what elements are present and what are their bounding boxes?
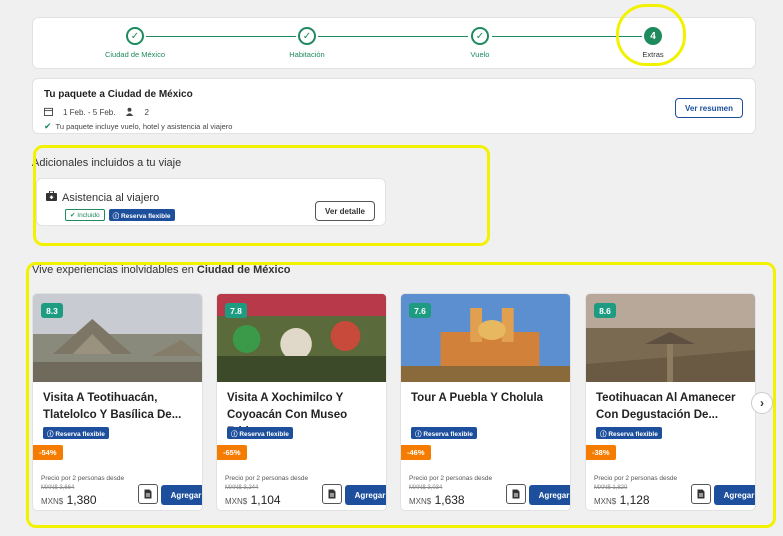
discount-badge: -38% <box>586 445 616 460</box>
step-extras: 4 Extras <box>593 27 713 59</box>
suitcase-icon <box>46 190 57 204</box>
price: MXN$ 1,128 <box>594 493 650 507</box>
assistance-name: Asistencia al viajero <box>62 191 160 204</box>
package-summary: Tu paquete a Ciudad de México 1 Feb. - 5… <box>32 78 756 134</box>
price-from-label: Precio por 2 personas desde <box>594 475 678 482</box>
add-button[interactable]: Agregar <box>529 485 570 505</box>
flexible-badge-label: Reserva flexible <box>423 431 473 438</box>
experience-title[interactable]: Tour A Puebla Y Cholula <box>411 390 563 407</box>
experience-title[interactable]: Visita A Teotihuacán, Tlatelolco Y Basíl… <box>43 390 195 424</box>
summary-dates: 1 Feb. - 5 Feb. <box>63 108 116 117</box>
summary-note: ✔ Tu paquete incluye vuelo, hotel y asis… <box>44 121 232 132</box>
add-button[interactable]: Agregar <box>345 485 386 505</box>
add-button[interactable]: Agregar <box>161 485 202 505</box>
currency: MXN$ <box>594 497 617 506</box>
document-icon[interactable] <box>506 484 526 504</box>
info-icon: ⓘ <box>112 213 121 220</box>
flexible-badge-label: Reserva flexible <box>55 431 105 438</box>
currency: MXN$ <box>409 497 432 506</box>
step-city[interactable]: ✓ Ciudad de México <box>75 27 195 59</box>
travel-assistance-card: Asistencia al viajero ✔ Incluido ⓘ Reser… <box>36 178 386 226</box>
step-flight[interactable]: ✓ Vuelo <box>420 27 540 59</box>
rating-badge: 7.6 <box>409 303 431 318</box>
included-section-title: Adicionales incluidos a tu viaje <box>32 157 182 169</box>
summary-note-text: Tu paquete incluye vuelo, hotel y asiste… <box>55 122 233 131</box>
price-value: 1,380 <box>66 493 97 507</box>
old-price: MXN$ 3,664 <box>41 485 75 491</box>
add-button[interactable]: Agregar <box>714 485 755 505</box>
price-from-label: Precio por 2 personas desde <box>409 475 493 482</box>
document-icon[interactable] <box>322 484 342 504</box>
rating-badge: 8.3 <box>41 303 63 318</box>
included-badge-label: Incluido <box>77 212 100 219</box>
progress-stepper: ✓ Ciudad de México ✓ Habitación ✓ Vuelo … <box>32 17 756 69</box>
included-badge: ✔ Incluido <box>65 209 105 221</box>
check-icon: ✔ <box>44 121 52 131</box>
discount-badge: -65% <box>217 445 247 460</box>
step-label: Habitación <box>289 50 325 59</box>
experiences-title-prefix: Vive experiencias inolvidables en <box>32 264 197 276</box>
discount-badge: -46% <box>401 445 431 460</box>
assistance-badges: ✔ Incluido ⓘ Reserva flexible <box>65 209 175 221</box>
flexible-badge: ⓘ Reserva flexible <box>227 427 293 439</box>
price: MXN$ 1,638 <box>409 493 465 507</box>
summary-title: Tu paquete a Ciudad de México <box>44 89 193 100</box>
step-check-icon: ✓ <box>126 27 144 45</box>
currency: MXN$ <box>41 497 64 506</box>
flexible-badge-label: Reserva flexible <box>239 431 289 438</box>
step-number: 4 <box>644 27 662 45</box>
flexible-badge: ⓘ Reserva flexible <box>411 427 477 439</box>
calendar-icon <box>44 107 53 118</box>
flexible-badge-label: Reserva flexible <box>608 431 658 438</box>
rating-badge: 8.6 <box>594 303 616 318</box>
old-price: MXN$ 1,820 <box>594 485 628 491</box>
view-summary-button[interactable]: Ver resumen <box>675 98 743 118</box>
step-check-icon: ✓ <box>298 27 316 45</box>
experience-card[interactable]: 8.6 Teotihuacan Al Amanecer Con Degustac… <box>585 293 756 511</box>
price: MXN$ 1,104 <box>225 493 281 507</box>
price-value: 1,638 <box>434 493 465 507</box>
price-value: 1,104 <box>250 493 281 507</box>
assistance-name-row: Asistencia al viajero <box>46 190 160 204</box>
summary-meta: 1 Feb. - 5 Feb. 2 <box>44 107 149 118</box>
old-price: MXN$ 3,244 <box>225 485 259 491</box>
price: MXN$ 1,380 <box>41 493 97 507</box>
price-from-label: Precio por 2 personas desde <box>225 475 309 482</box>
flexible-badge: ⓘ Reserva flexible <box>43 427 109 439</box>
experience-card[interactable]: 7.6 Tour A Puebla Y Cholula ⓘ Reserva fl… <box>400 293 571 511</box>
discount-badge: -54% <box>33 445 63 460</box>
price-from-label: Precio por 2 personas desde <box>41 475 125 482</box>
flexible-badge-label: Reserva flexible <box>120 213 171 220</box>
step-room[interactable]: ✓ Habitación <box>247 27 367 59</box>
document-icon[interactable] <box>138 484 158 504</box>
experiences-section-title: Vive experiencias inolvidables en Ciudad… <box>32 264 290 276</box>
experience-card[interactable]: 8.3 Visita A Teotihuacán, Tlatelolco Y B… <box>32 293 203 511</box>
step-label: Vuelo <box>470 50 490 59</box>
experience-title[interactable]: Teotihuacan Al Amanecer Con Degustación … <box>596 390 748 424</box>
flexible-badge: ⓘ Reserva flexible <box>108 209 175 221</box>
person-icon <box>125 107 134 118</box>
old-price: MXN$ 3,034 <box>409 485 443 491</box>
chevron-right-icon[interactable]: › <box>751 392 773 414</box>
step-check-icon: ✓ <box>471 27 489 45</box>
currency: MXN$ <box>225 497 248 506</box>
step-label: Extras <box>642 50 664 59</box>
price-value: 1,128 <box>619 493 650 507</box>
document-icon[interactable] <box>691 484 711 504</box>
summary-travelers: 2 <box>144 108 149 117</box>
rating-badge: 7.8 <box>225 303 247 318</box>
view-detail-button[interactable]: Ver detalle <box>315 201 375 221</box>
flexible-badge: ⓘ Reserva flexible <box>596 427 662 439</box>
experience-card[interactable]: 7.8 Visita A Xochimilco Y Coyoacán Con M… <box>216 293 387 511</box>
experiences-title-city: Ciudad de México <box>196 264 291 276</box>
step-label: Ciudad de México <box>104 50 166 59</box>
